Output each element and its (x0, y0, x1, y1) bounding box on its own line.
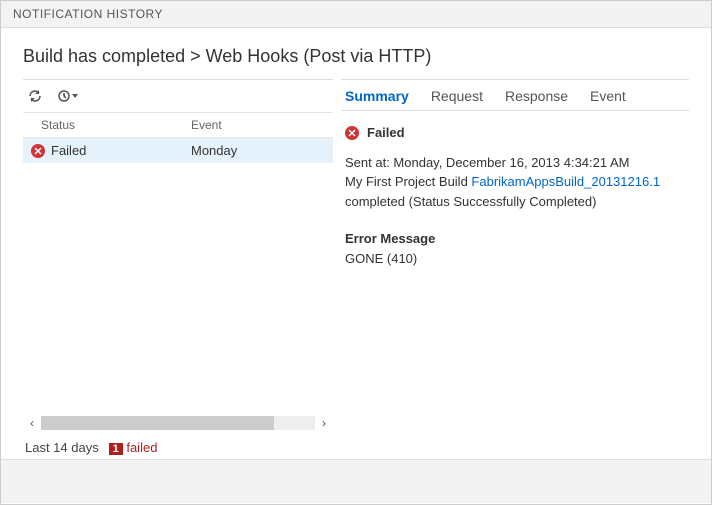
dialog-footer (1, 459, 711, 503)
history-dropdown-icon[interactable] (57, 88, 79, 104)
detail-status-label: Failed (367, 123, 405, 143)
refresh-icon[interactable] (27, 88, 43, 104)
table-row[interactable]: Failed Monday (23, 138, 333, 163)
row-event: Monday (173, 138, 333, 163)
build-line-suffix: completed (Status Successfully Completed… (345, 194, 596, 209)
fail-count-badge: 1 (109, 443, 123, 455)
grid-header: Status Event (23, 112, 333, 138)
build-line-prefix: My First Project Build (345, 174, 471, 189)
list-toolbar (23, 80, 333, 112)
col-header-status[interactable]: Status (23, 113, 173, 137)
tab-request[interactable]: Request (431, 88, 483, 104)
history-list-pane: Status Event Failed Monday ‹ › Last 1 (23, 79, 333, 459)
history-grid: Status Event Failed Monday (23, 112, 333, 414)
error-message-heading: Error Message (345, 229, 685, 249)
fail-count-label: failed (126, 440, 157, 455)
list-footer: Last 14 days 1 failed (23, 432, 333, 459)
col-header-event[interactable]: Event (173, 113, 333, 137)
horizontal-scrollbar[interactable]: ‹ › (23, 414, 333, 432)
page-title: Build has completed > Web Hooks (Post vi… (1, 28, 711, 79)
error-icon (345, 126, 359, 140)
date-range-label: Last 14 days (25, 440, 99, 455)
build-link[interactable]: FabrikamAppsBuild_20131216.1 (471, 174, 660, 189)
row-status: Failed (51, 143, 86, 158)
scroll-left-icon[interactable]: ‹ (23, 416, 41, 430)
sent-at-prefix: Sent at: (345, 155, 393, 170)
detail-pane: Summary Request Response Event Failed Se… (341, 79, 689, 459)
scroll-track[interactable] (41, 416, 315, 430)
error-message-body: GONE (410) (345, 249, 685, 269)
tab-response[interactable]: Response (505, 88, 568, 104)
detail-body: Failed Sent at: Monday, December 16, 201… (341, 111, 689, 280)
tab-event[interactable]: Event (590, 88, 626, 104)
scroll-thumb[interactable] (41, 416, 274, 430)
sent-at-value: Monday, December 16, 2013 4:34:21 AM (393, 155, 629, 170)
detail-tabs: Summary Request Response Event (341, 80, 689, 111)
scroll-right-icon[interactable]: › (315, 416, 333, 430)
error-icon (31, 144, 45, 158)
window-header: NOTIFICATION HISTORY (1, 1, 711, 28)
tab-summary[interactable]: Summary (345, 88, 409, 104)
